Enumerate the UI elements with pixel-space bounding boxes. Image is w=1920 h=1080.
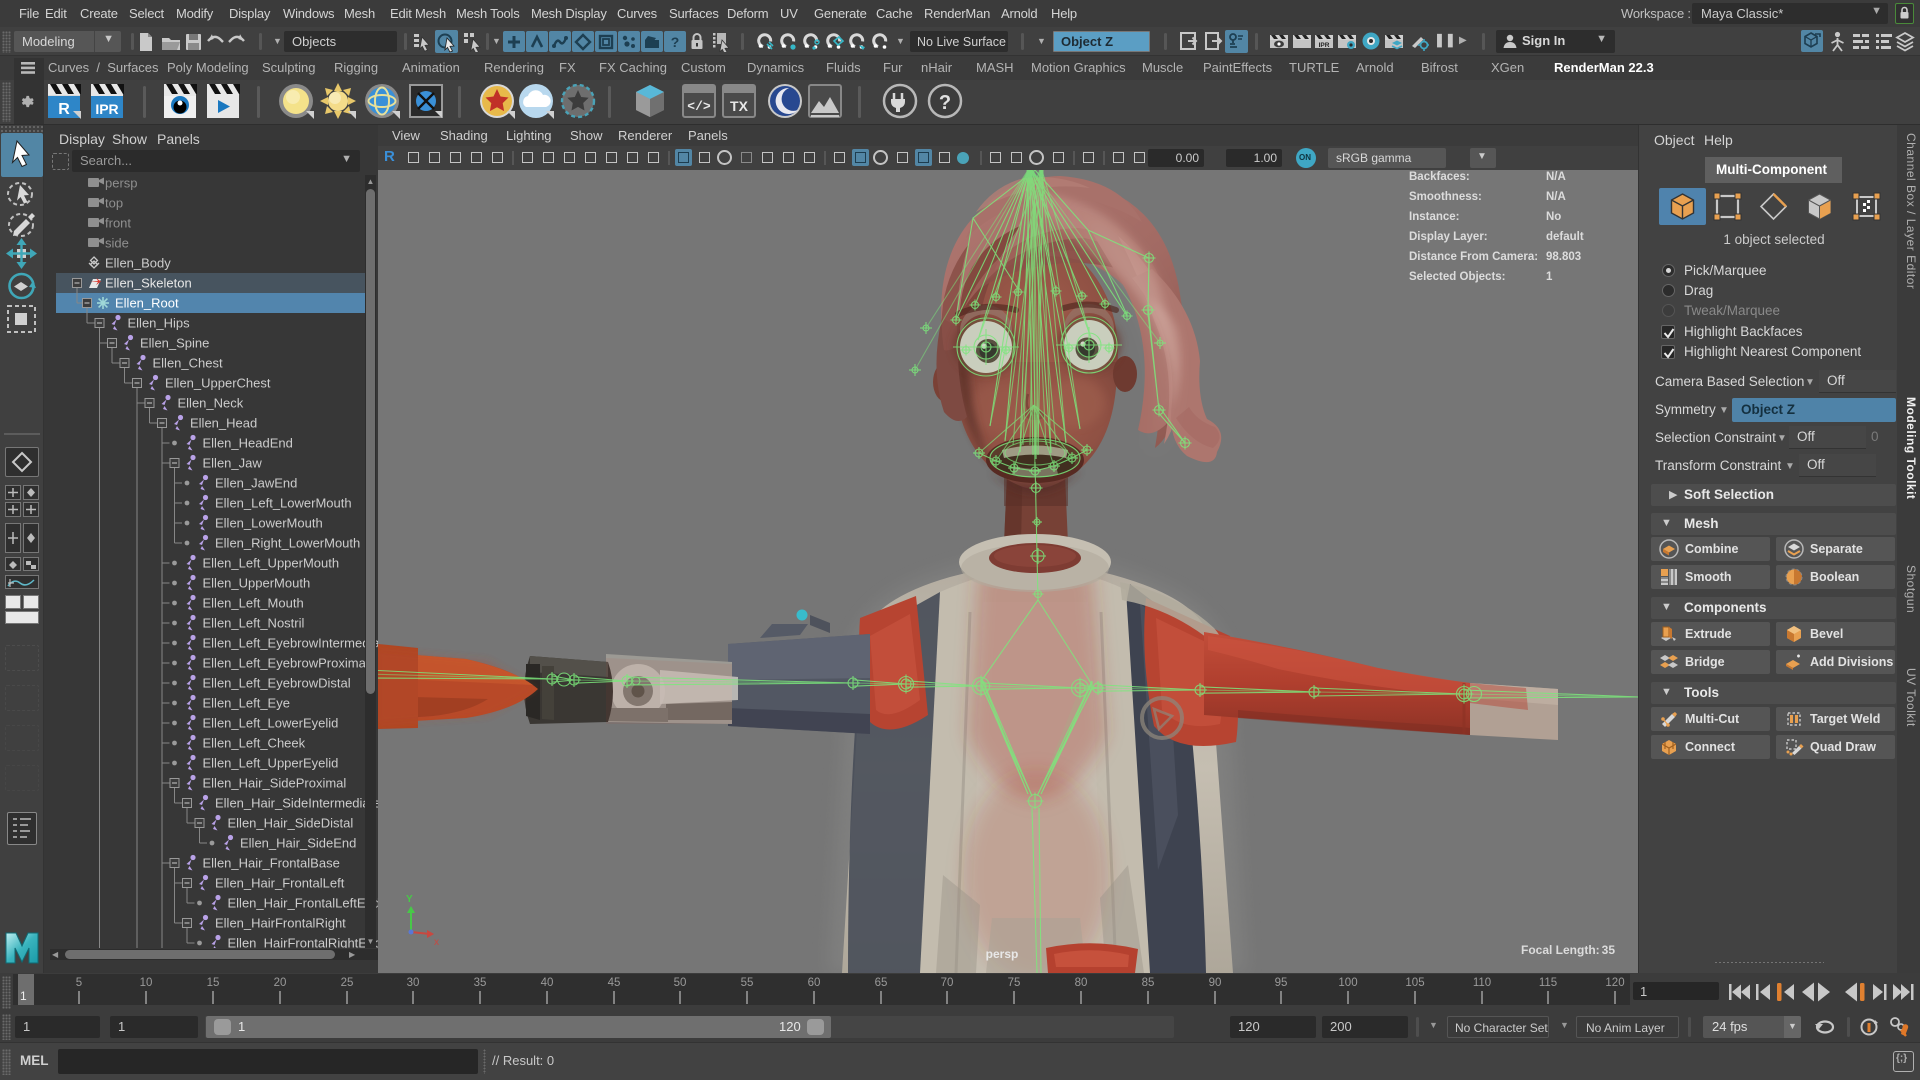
svg-text:1: 1 — [1546, 271, 1553, 283]
svg-text:Ellen_Chest: Ellen_Chest — [153, 356, 223, 371]
svg-text:N/A: N/A — [1546, 191, 1566, 203]
svg-text:Ellen_Left_Mouth: Ellen_Left_Mouth — [203, 596, 304, 611]
svg-text:Ellen_Root: Ellen_Root — [115, 296, 179, 311]
svg-text:Ellen_HairFrontalRight: Ellen_HairFrontalRight — [215, 916, 346, 931]
svg-text:R: R — [58, 101, 70, 118]
svg-text:Ellen_Jaw: Ellen_Jaw — [203, 456, 263, 471]
svg-text:Ellen_Left_UpperEyelid: Ellen_Left_UpperEyelid — [203, 756, 339, 771]
svg-text:default: default — [1546, 231, 1584, 243]
svg-text:Ellen_Neck: Ellen_Neck — [178, 396, 244, 411]
svg-text:?: ? — [939, 92, 951, 114]
svg-text:Selected Objects:: Selected Objects: — [1409, 271, 1506, 283]
svg-text:Y: Y — [406, 894, 413, 905]
svg-text:Ellen_HeadEnd: Ellen_HeadEnd — [203, 436, 293, 451]
svg-text:Instance:: Instance: — [1409, 211, 1460, 223]
svg-text:Ellen_Hips: Ellen_Hips — [128, 316, 191, 331]
svg-text:Backfaces:: Backfaces: — [1409, 171, 1470, 183]
svg-text:Ellen_Hair_SideDistal: Ellen_Hair_SideDistal — [228, 816, 354, 831]
svg-text:Ellen_HairFrontalRightEnc: Ellen_HairFrontalRightEnc — [228, 936, 379, 949]
svg-text:98.803: 98.803 — [1546, 251, 1581, 263]
svg-text:Ellen_Spine: Ellen_Spine — [140, 336, 209, 351]
svg-text:Ellen_Left_EyebrowIntermediat: Ellen_Left_EyebrowIntermediat — [203, 636, 379, 651]
svg-text:Ellen_Hair_FrontalBase: Ellen_Hair_FrontalBase — [203, 856, 340, 871]
svg-text:x: x — [434, 937, 439, 948]
svg-text:Ellen_Hair_SideEnd: Ellen_Hair_SideEnd — [240, 836, 356, 851]
svg-text:persp: persp — [105, 176, 138, 191]
svg-text:Distance From Camera:: Distance From Camera: — [1409, 251, 1538, 263]
svg-text:Ellen_Left_EyebrowDistal: Ellen_Left_EyebrowDistal — [203, 676, 351, 691]
svg-text:Ellen_UpperMouth: Ellen_UpperMouth — [203, 576, 311, 591]
svg-text:Ellen_UpperChest: Ellen_UpperChest — [165, 376, 271, 391]
svg-text:top: top — [105, 196, 123, 211]
svg-text:TX: TX — [730, 98, 749, 114]
svg-text:Ellen_Skeleton: Ellen_Skeleton — [105, 276, 192, 291]
svg-text:persp: persp — [986, 947, 1019, 961]
svg-text:Ellen_Left_Eye: Ellen_Left_Eye — [203, 696, 290, 711]
svg-text:Focal Length:: Focal Length: — [1521, 943, 1600, 957]
svg-text:Ellen_Hair_SideProximal: Ellen_Hair_SideProximal — [203, 776, 347, 791]
svg-text:35: 35 — [1602, 943, 1616, 957]
svg-text:Ellen_Hair_SideIntermediate: Ellen_Hair_SideIntermediate — [215, 796, 378, 811]
svg-text:Ellen_Hair_FrontalLeftEnd: Ellen_Hair_FrontalLeftEnd — [228, 896, 379, 911]
svg-text:Ellen_Left_EyebrowProximal: Ellen_Left_EyebrowProximal — [203, 656, 369, 671]
svg-text:?: ? — [671, 34, 680, 50]
svg-text:Ellen_Head: Ellen_Head — [190, 416, 257, 431]
svg-text:Ellen_Left_Cheek: Ellen_Left_Cheek — [203, 736, 306, 751]
svg-text:Ellen_Hair_FrontalLeft: Ellen_Hair_FrontalLeft — [215, 876, 345, 891]
svg-text:Ellen_Body: Ellen_Body — [105, 256, 171, 271]
svg-text:side: side — [105, 236, 129, 251]
svg-text:IPR: IPR — [95, 101, 118, 117]
svg-text:Ellen_Left_Nostril: Ellen_Left_Nostril — [203, 616, 305, 631]
svg-text:Ellen_Right_LowerMouth: Ellen_Right_LowerMouth — [215, 536, 360, 551]
svg-text:Ellen_JawEnd: Ellen_JawEnd — [215, 476, 297, 491]
svg-text:N/A: N/A — [1546, 171, 1566, 183]
svg-text:Display Layer:: Display Layer: — [1409, 231, 1488, 243]
svg-text:</>: </> — [687, 99, 711, 114]
svg-text:Ellen_Left_UpperMouth: Ellen_Left_UpperMouth — [203, 556, 340, 571]
svg-text:IPR: IPR — [1319, 42, 1330, 49]
svg-text:Ellen_Left_LowerEyelid: Ellen_Left_LowerEyelid — [203, 716, 339, 731]
svg-text:No: No — [1546, 211, 1561, 223]
svg-text:Ellen_LowerMouth: Ellen_LowerMouth — [215, 516, 323, 531]
svg-text:front: front — [105, 216, 131, 231]
svg-text:Ellen_Left_LowerMouth: Ellen_Left_LowerMouth — [215, 496, 352, 511]
svg-text:Smoothness:: Smoothness: — [1409, 191, 1482, 203]
